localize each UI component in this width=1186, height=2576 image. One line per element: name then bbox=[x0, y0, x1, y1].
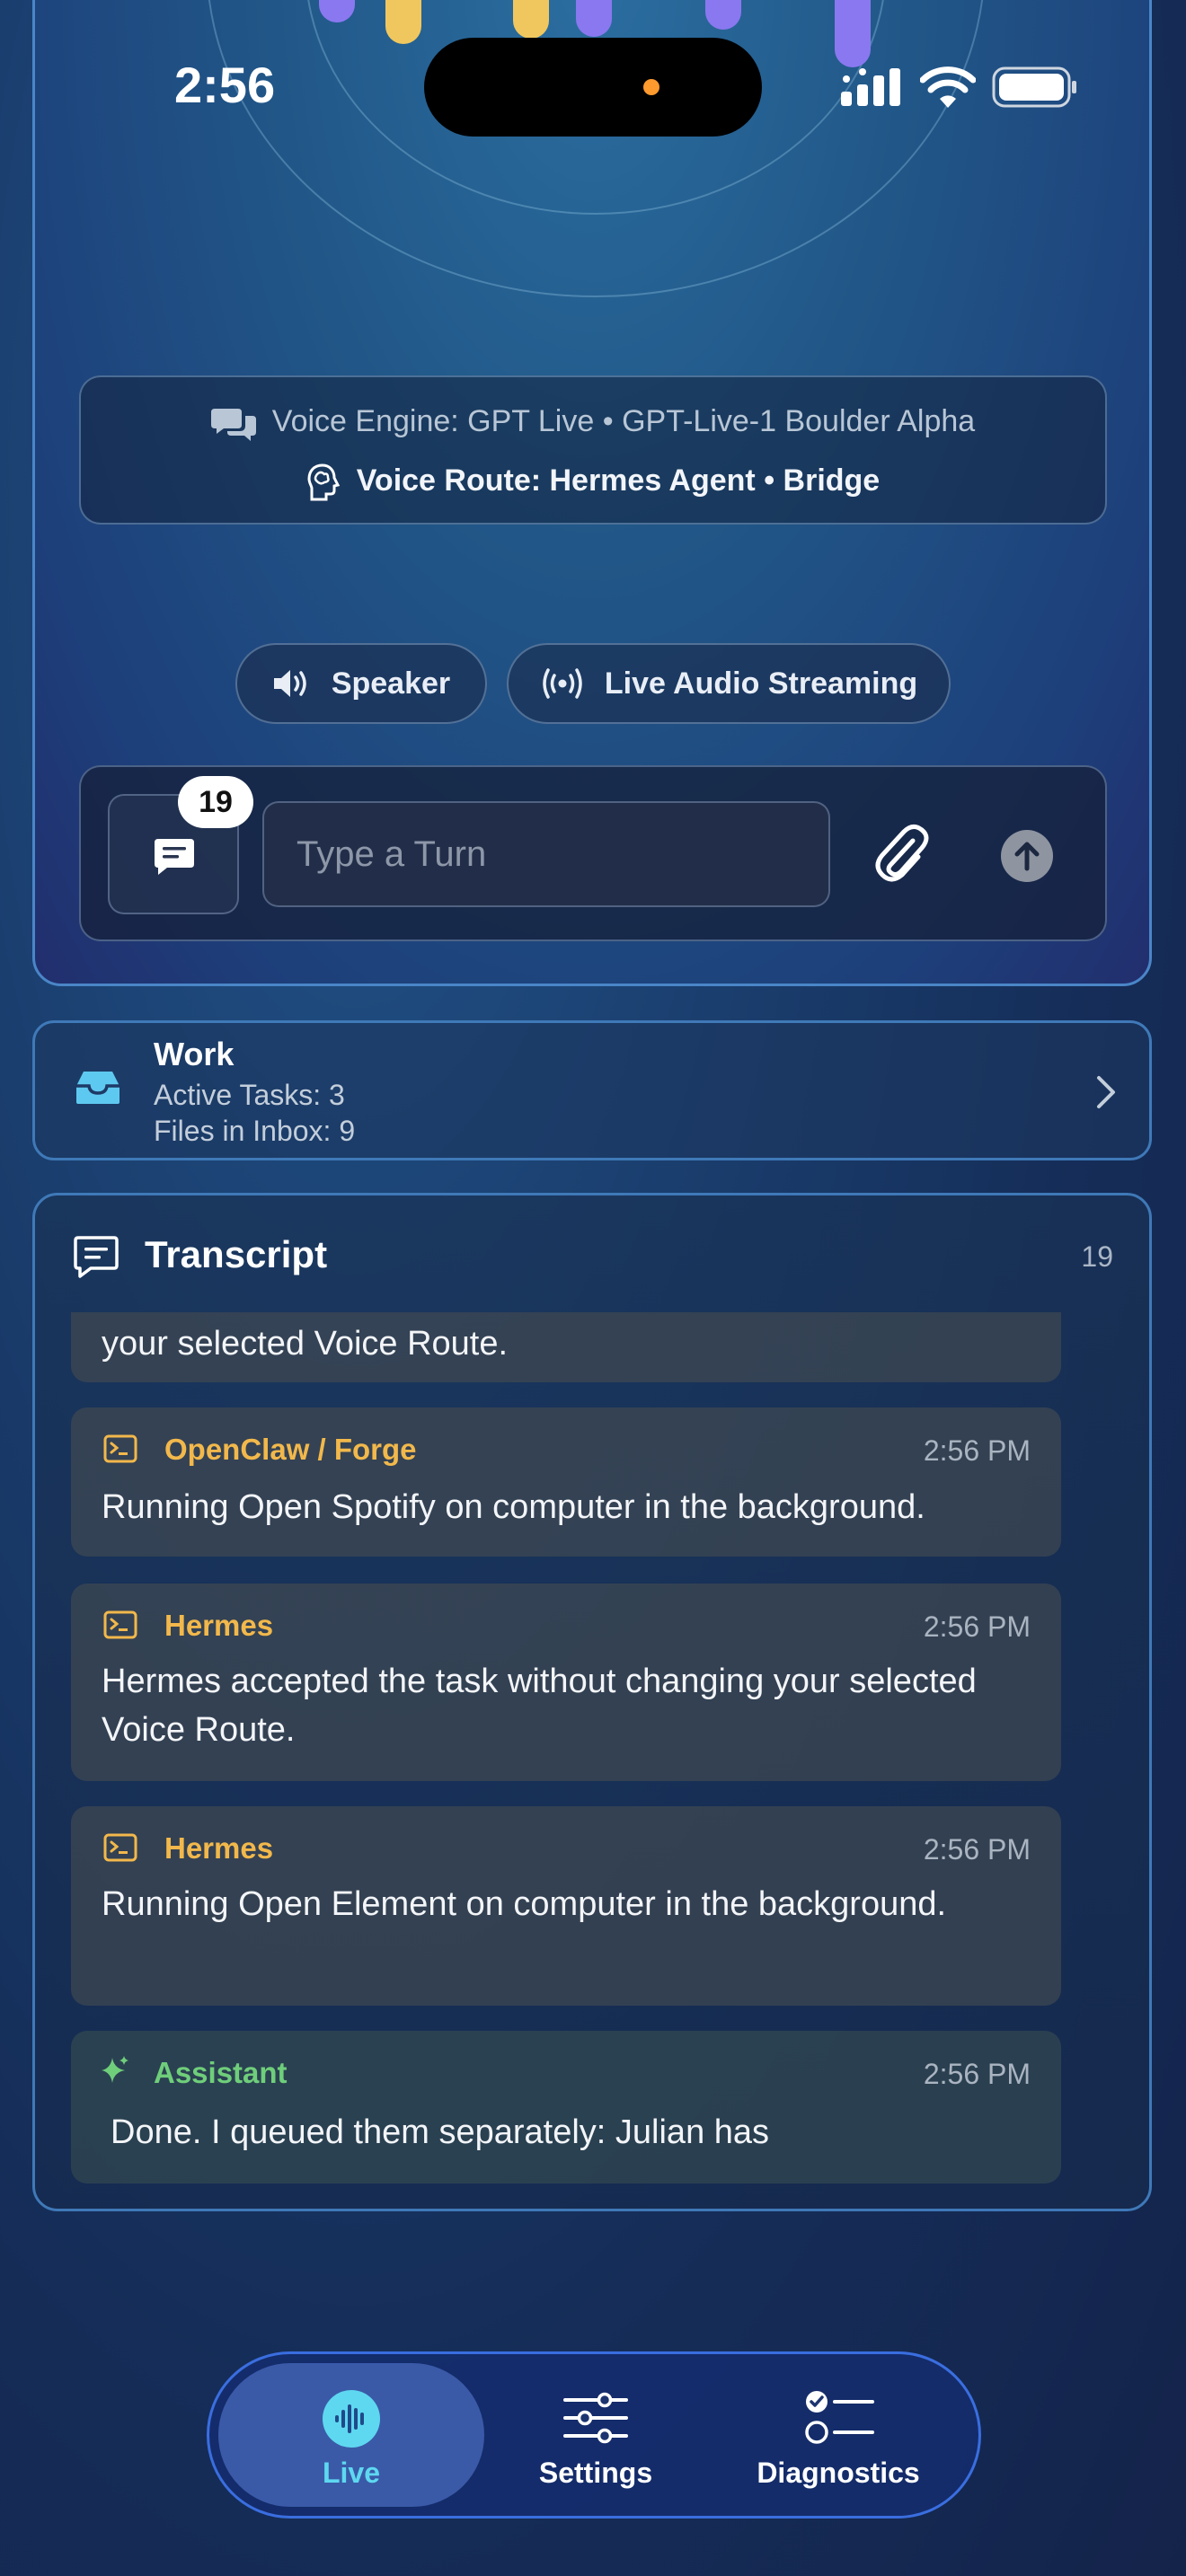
work-summary-card[interactable]: Work Active Tasks: 3 Files in Inbox: 9 bbox=[32, 1020, 1152, 1160]
dynamic-island bbox=[424, 38, 762, 137]
status-time: 2:56 bbox=[174, 57, 276, 113]
waveform-bar bbox=[835, 0, 871, 67]
entry-text: Running Open Element on computer in the … bbox=[102, 1885, 947, 1923]
streaming-label: Live Audio Streaming bbox=[604, 666, 918, 701]
terminal-icon bbox=[103, 1610, 137, 1639]
speaker-label: Speaker bbox=[331, 666, 451, 701]
voice-engine-label: Voice Engine: GPT Live • GPT-Live-1 Boul… bbox=[271, 404, 976, 438]
tab-diagnostics-label: Diagnostics bbox=[757, 2457, 920, 2489]
sliders-icon bbox=[563, 2392, 628, 2444]
transcript-panel: Transcript 19 your selected Voice Route.… bbox=[32, 1193, 1152, 2211]
voice-route-label: Voice Route: Hermes Agent • Bridge bbox=[356, 463, 881, 498]
speaker-button[interactable]: Speaker bbox=[235, 643, 487, 724]
inbox-tray-icon bbox=[76, 1072, 119, 1104]
broadcast-icon bbox=[543, 668, 582, 699]
chat-bubbles-icon bbox=[210, 409, 256, 442]
turn-input[interactable] bbox=[262, 801, 830, 907]
send-button[interactable] bbox=[1001, 830, 1053, 882]
composer: 19 bbox=[79, 765, 1107, 941]
wifi-icon bbox=[920, 66, 976, 108]
cellular-signal-icon bbox=[841, 68, 900, 106]
transcript-title: Transcript bbox=[145, 1233, 328, 1275]
transcript-count: 19 bbox=[1081, 1240, 1113, 1273]
entry-text: Done. I queued them separately: Julian h… bbox=[111, 2113, 770, 2151]
entry-sender: Assistant bbox=[154, 2056, 288, 2089]
entry-sender: Hermes bbox=[164, 1831, 274, 1865]
terminal-icon bbox=[103, 1833, 137, 1862]
entry-text: Hermes accepted the task without changin… bbox=[102, 1663, 977, 1749]
waveform-icon bbox=[323, 2390, 380, 2448]
sparkle-icon bbox=[102, 2056, 128, 2083]
entry-time: 2:56 PM bbox=[923, 2058, 1031, 2090]
tab-diagnostics[interactable]: Diagnostics bbox=[721, 2372, 955, 2507]
message-icon bbox=[155, 839, 194, 875]
battery-icon bbox=[992, 66, 1076, 108]
paperclip-icon[interactable] bbox=[872, 821, 929, 886]
transcript-entry: Assistant 2:56 PM Done. I queued them se… bbox=[71, 2031, 1061, 2183]
waveform-bar bbox=[385, 0, 421, 44]
transcript-entry: Hermes 2:56 PM Hermes accepted the task … bbox=[71, 1584, 1061, 1781]
entry-text: your selected Voice Route. bbox=[102, 1325, 509, 1363]
transcript-list[interactable]: your selected Voice Route. OpenClaw / Fo… bbox=[71, 1312, 1061, 2201]
tab-settings-label: Settings bbox=[538, 2457, 653, 2489]
transcript-entry: Hermes 2:56 PM Running Open Element on c… bbox=[71, 1806, 1061, 2006]
entry-text: Running Open Spotify on computer in the … bbox=[102, 1488, 925, 1526]
checklist-icon bbox=[805, 2391, 874, 2444]
transcript-entry: OpenClaw / Forge 2:56 PM Running Open Sp… bbox=[71, 1407, 1061, 1557]
tab-bar: Live Settings Diagnostics bbox=[207, 2351, 981, 2519]
transcript-icon bbox=[74, 1236, 119, 1278]
live-audio-streaming-button[interactable]: Live Audio Streaming bbox=[507, 643, 951, 724]
entry-time: 2:56 PM bbox=[923, 1610, 1031, 1643]
tab-live-label: Live bbox=[322, 2457, 381, 2489]
waveform-bar bbox=[513, 0, 549, 39]
entry-time: 2:56 PM bbox=[923, 1434, 1031, 1467]
speaker-icon bbox=[273, 670, 306, 697]
entry-sender: Hermes bbox=[164, 1609, 274, 1642]
work-title: Work bbox=[154, 1036, 235, 1072]
entry-time: 2:56 PM bbox=[923, 1833, 1031, 1866]
privacy-indicator-dot bbox=[643, 79, 659, 95]
transcript-entry: your selected Voice Route. bbox=[71, 1312, 1061, 1382]
brain-head-icon bbox=[307, 463, 340, 501]
voice-engine-info: Voice Engine: GPT Live • GPT-Live-1 Boul… bbox=[79, 375, 1107, 525]
terminal-icon bbox=[103, 1434, 137, 1463]
entry-sender: OpenClaw / Forge bbox=[164, 1433, 417, 1466]
tab-settings[interactable]: Settings bbox=[479, 2372, 712, 2507]
files-in-inbox-count: Files in Inbox: 9 bbox=[154, 1115, 356, 1147]
chevron-right-icon bbox=[1097, 1076, 1115, 1108]
arrow-up-icon bbox=[1014, 842, 1040, 871]
waveform-bar bbox=[576, 0, 612, 37]
active-tasks-count: Active Tasks: 3 bbox=[154, 1079, 345, 1111]
message-count-badge: 19 bbox=[178, 776, 253, 828]
